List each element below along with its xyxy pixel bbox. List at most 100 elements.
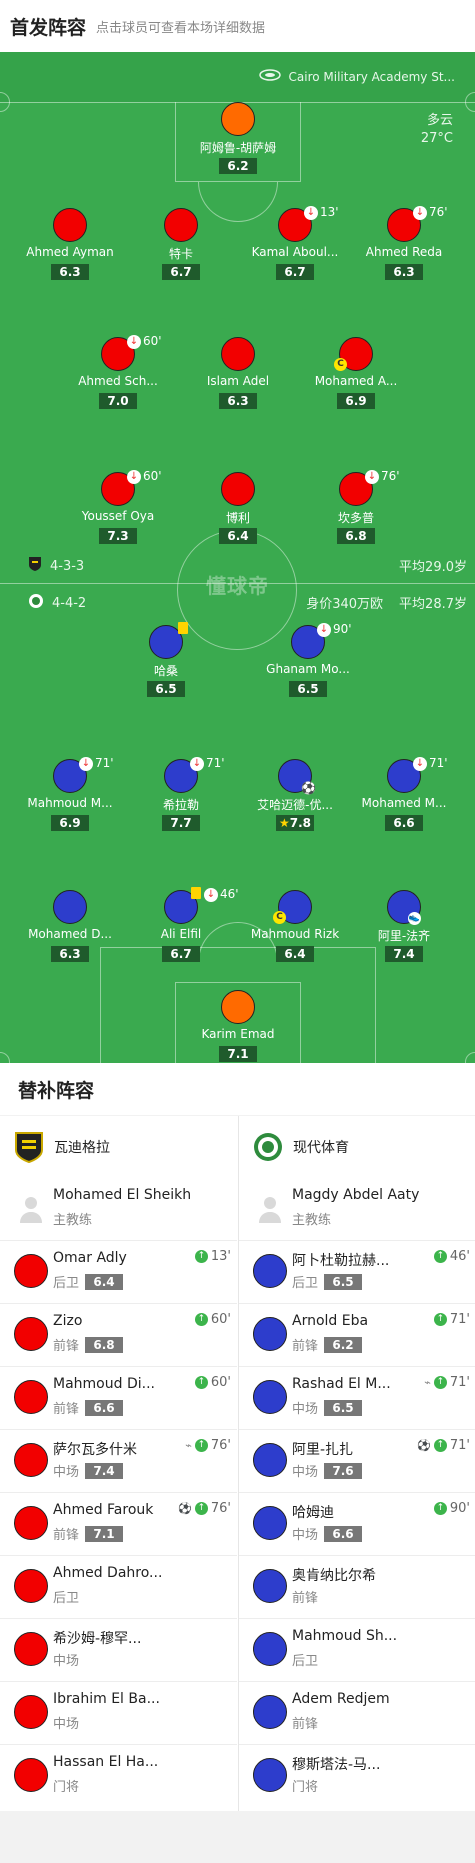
player-name: Ahmed Reda (365, 245, 443, 259)
sub-player-row[interactable]: 穆斯塔法-马... 门将 (239, 1745, 475, 1808)
player-card[interactable]: ↓ 60' Ahmed Sch... 7.0 (58, 334, 178, 409)
sub-name: Mahmoud Di... (53, 1376, 155, 1392)
sub-on-icon: ↑ (194, 1439, 208, 1452)
player-card[interactable]: ↓ 71' 希拉勒 7.7 (121, 756, 241, 831)
player-card[interactable]: C Mahmoud Rizk 6.4 (235, 890, 355, 962)
player-name: 阿姆鲁-胡萨姆 (199, 141, 277, 155)
sub-rating: 6.5 (324, 1273, 363, 1290)
coach-row[interactable]: Magdy Abdel Aaty 主教练 (239, 1178, 475, 1241)
player-name: Karim Emad (201, 1027, 275, 1041)
player-card[interactable]: ↓ 71' Mahmoud M... 6.9 (10, 756, 130, 831)
player-jersey (221, 472, 255, 506)
player-card[interactable]: 阿姆鲁-胡萨姆 6.2 (178, 102, 298, 174)
player-card[interactable]: 特卡 6.7 (121, 208, 241, 280)
player-card[interactable]: Karim Emad 7.1 (178, 990, 298, 1062)
player-rating: 6.9 (337, 393, 375, 409)
player-card[interactable]: 👟 阿里-法齐 7.4 (344, 890, 464, 962)
sub-player-row[interactable]: 阿里-扎扎 中场 7.6 ⚽ ↑ 71' (239, 1430, 475, 1493)
sub-position: 前锋 (53, 1339, 80, 1354)
player-rating: 6.8 (337, 528, 375, 544)
coach-role: 主教练 (292, 1213, 332, 1228)
sub-minute: 71' (206, 756, 225, 770)
pitch: Cairo Military Academy St... 多云 27°C 懂球帝… (0, 52, 475, 1063)
away-formation: 4-4-2 (52, 595, 87, 611)
player-card[interactable]: Islam Adel 6.3 (178, 337, 298, 409)
home-subs-team[interactable]: 瓦迪格拉 (0, 1116, 237, 1178)
sub-player-row[interactable]: 奥肯纳比尔希 前锋 (239, 1556, 475, 1619)
sub-player-row[interactable]: Mahmoud Sh... 后卫 (239, 1619, 475, 1682)
player-card[interactable]: 哈桑 6.5 (106, 622, 226, 697)
player-card[interactable]: ↓ 71' Mohamed M... 6.6 (344, 756, 464, 831)
yellow-card-icon (178, 622, 188, 634)
away-subs-team-name: 现代体育 (293, 1140, 349, 1156)
player-card[interactable]: Ahmed Ayman 6.3 (10, 208, 130, 280)
player-jersey: ↓ 76' (387, 205, 448, 242)
sub-rating: 7.4 (85, 1462, 124, 1479)
sub-off-icon: ↓ (79, 757, 93, 771)
sub-player-row[interactable]: Mahmoud Di... 前锋 6.6 ↑ 60' (0, 1367, 237, 1430)
player-jersey: ↓ 90' (291, 622, 352, 659)
player-card[interactable]: C Mohamed A... 6.9 (296, 337, 416, 409)
sub-position: 中场 (53, 1654, 80, 1669)
sub-minute: 13' (320, 205, 339, 219)
player-jersey: C (334, 337, 373, 371)
sub-player-row[interactable]: Adem Redjem 前锋 (239, 1682, 475, 1745)
sub-jersey (253, 1695, 287, 1729)
player-card[interactable]: ↓ 60' Youssef Oya 7.3 (58, 469, 178, 544)
player-name: Ghanam Mo... (266, 662, 350, 676)
sub-off-icon: ↓ (190, 757, 204, 771)
sub-on-icon: ↑ (433, 1439, 447, 1452)
player-card[interactable]: ↓ 76' 坎多普 6.8 (296, 469, 416, 544)
sub-player-row[interactable]: Omar Adly 后卫 6.4 ↑ 13' (0, 1241, 237, 1304)
player-card[interactable]: ↓ 90' Ghanam Mo... 6.5 (248, 622, 368, 697)
sub-on-icon: ↑ (194, 1376, 208, 1389)
sub-player-row[interactable]: Ibrahim El Ba... 中场 (0, 1682, 237, 1745)
player-name: Mohamed A... (314, 374, 398, 388)
sub-player-row[interactable]: Zizo 前锋 6.8 ↑ 60' (0, 1304, 237, 1367)
player-name: Kamal Aboul... (251, 245, 339, 259)
sub-player-row[interactable]: Ahmed Farouk 前锋 7.1 ⚽ ↑ 76' (0, 1493, 237, 1556)
player-name: Ahmed Sch... (78, 374, 158, 388)
sub-off-icon: ↓ (127, 470, 141, 484)
home-team-line: 4-3-3 平均29.0岁 (0, 556, 475, 576)
sub-jersey (14, 1317, 48, 1351)
player-rating: 7.0 (99, 393, 137, 409)
sub-name: Arnold Eba (292, 1313, 369, 1329)
home-subs-team-name: 瓦迪格拉 (54, 1140, 110, 1156)
sub-player-row[interactable]: Hassan El Ha... 门将 (0, 1745, 237, 1808)
stadium-icon (258, 69, 281, 84)
venue-name: Cairo Military Academy St... (288, 69, 455, 84)
player-name: Mohamed D... (28, 927, 112, 941)
sub-off-icon: ↓ (204, 888, 218, 902)
sub-position: 中场 (292, 1528, 319, 1543)
player-jersey: ↓ 60' (101, 469, 162, 506)
sub-player-row[interactable]: 阿卜杜勒拉赫... 后卫 6.5 ↑ 46' (239, 1241, 475, 1304)
sub-minute: 76' (381, 469, 400, 483)
sub-name: Ahmed Farouk (53, 1502, 154, 1518)
player-card[interactable]: ⚽ 艾哈迈德-优... ★7.8 (235, 759, 355, 831)
sub-player-row[interactable]: 希沙姆-穆罕... 中场 (0, 1619, 237, 1682)
coach-row[interactable]: Mohamed El Sheikh 主教练 (0, 1178, 237, 1241)
player-card[interactable]: ↓ 46' Ali Elfil 6.7 (121, 887, 241, 962)
sub-player-row[interactable]: 哈姆迪 中场 6.6 ↑ 90' (239, 1493, 475, 1556)
lineup-page: 首发阵容 点击球员可查看本场详细数据 Cairo Military Academ… (0, 0, 475, 1863)
player-rating: 6.4 (276, 946, 314, 962)
sub-player-row[interactable]: Rashad El M... 中场 6.5 ⌁ ↑ 71' (239, 1367, 475, 1430)
away-subs-team[interactable]: 现代体育 (239, 1116, 475, 1178)
sub-jersey (253, 1758, 287, 1792)
coach-avatar-icon (257, 1194, 283, 1224)
home-team-crest-icon (14, 1131, 44, 1164)
sub-player-row[interactable]: Arnold Eba 前锋 6.2 ↑ 71' (239, 1304, 475, 1367)
player-card[interactable]: 博利 6.4 (178, 472, 298, 544)
sub-minute: 76' (210, 1501, 231, 1516)
player-name: Ahmed Ayman (26, 245, 114, 259)
away-team-crest-icon (253, 1131, 283, 1163)
player-rating: 7.3 (99, 528, 137, 544)
player-rating: 6.6 (385, 815, 423, 831)
player-card[interactable]: ↓ 13' Kamal Aboul... 6.7 (235, 205, 355, 280)
sub-player-row[interactable]: Ahmed Dahro... 后卫 (0, 1556, 237, 1619)
sub-player-row[interactable]: 萨尔瓦多什米 中场 7.4 ⌁ ↑ 76' (0, 1430, 237, 1493)
player-rating: 6.3 (219, 393, 257, 409)
player-card[interactable]: Mohamed D... 6.3 (10, 890, 130, 962)
player-card[interactable]: ↓ 76' Ahmed Reda 6.3 (344, 205, 464, 280)
